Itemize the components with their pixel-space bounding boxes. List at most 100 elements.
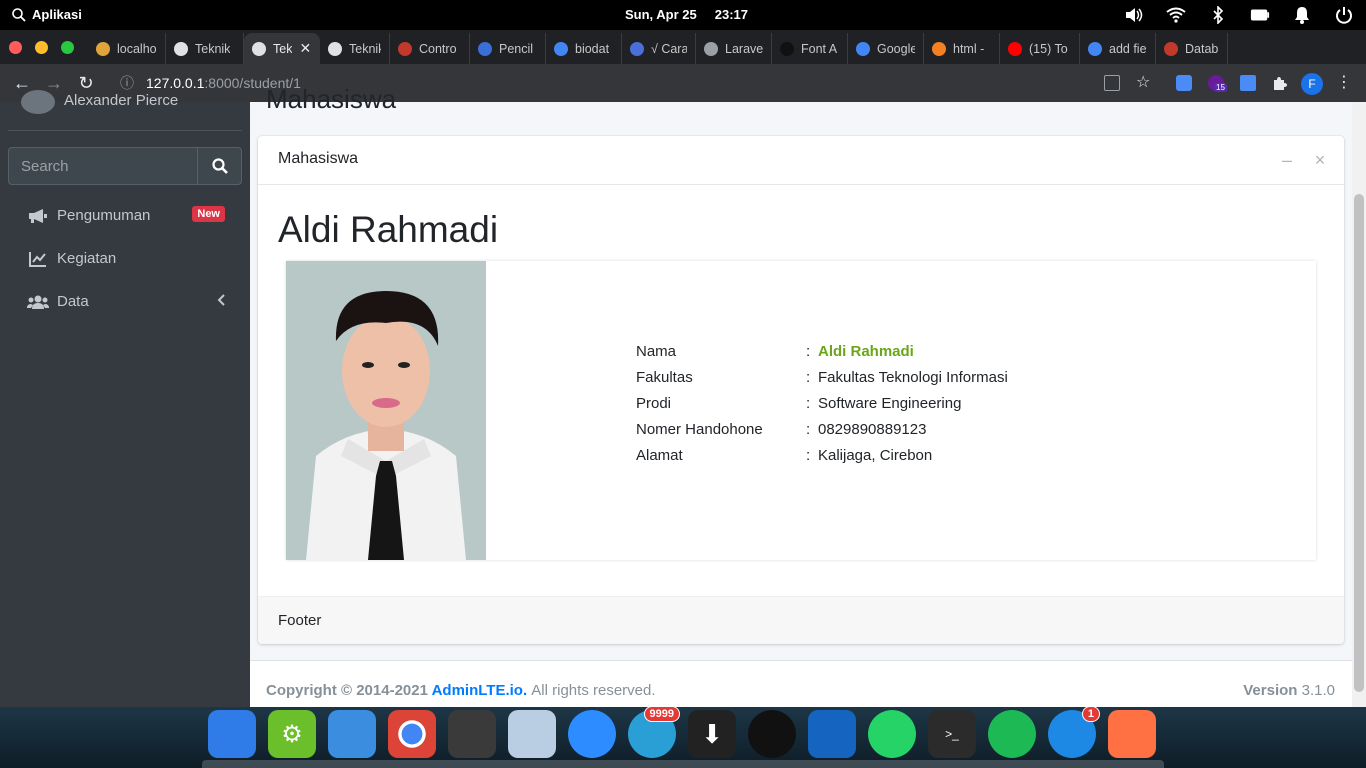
web-page: Alexander Pierce Pengumuman New Kegiatan bbox=[0, 84, 1366, 707]
obs-icon[interactable] bbox=[748, 710, 796, 758]
adminlte-link[interactable]: AdminLTE.io. bbox=[432, 682, 528, 699]
browser-tab[interactable]: Datab bbox=[1156, 33, 1228, 64]
sidebar-item-pengumuman[interactable]: Pengumuman New bbox=[8, 194, 242, 237]
downloads-icon[interactable]: ⬇ bbox=[688, 710, 736, 758]
browser-tab[interactable]: Contro bbox=[390, 33, 470, 64]
browser-tab[interactable]: (15) To bbox=[1000, 33, 1080, 64]
tab-label: Datab bbox=[1185, 41, 1219, 56]
scrollbar-thumb[interactable] bbox=[1354, 194, 1364, 692]
content-wrapper: Mahasiswa Mahasiswa – × Aldi Rahmadi Nam… bbox=[250, 84, 1352, 707]
browser-tab[interactable]: Teknik bbox=[320, 33, 390, 64]
detail-value: 0829890889123 bbox=[818, 420, 927, 438]
whatsapp-icon[interactable] bbox=[868, 710, 916, 758]
search-icon bbox=[211, 158, 228, 174]
rights-text: All rights reserved. bbox=[531, 682, 656, 699]
code-editor-icon[interactable] bbox=[448, 710, 496, 758]
sidebar-item-data[interactable]: Data bbox=[8, 280, 242, 323]
volume-icon[interactable] bbox=[1124, 5, 1144, 25]
tab-label: biodat bbox=[575, 41, 610, 56]
search-button[interactable] bbox=[197, 147, 242, 185]
minimize-window-button[interactable] bbox=[35, 41, 48, 54]
version-label: Version bbox=[1243, 682, 1298, 699]
browser-tab[interactable]: add fie bbox=[1080, 33, 1156, 64]
page-scrollbar[interactable] bbox=[1352, 102, 1366, 707]
browser-tab[interactable]: Font A bbox=[772, 33, 848, 64]
detail-key: Prodi bbox=[636, 394, 672, 412]
student-photo bbox=[286, 261, 486, 560]
collapse-button[interactable]: – bbox=[1278, 150, 1296, 171]
translate-extension-icon[interactable] bbox=[1240, 75, 1256, 91]
browser-menu-icon[interactable]: ⋮ bbox=[1336, 75, 1352, 91]
detail-value: Aldi Rahmadi bbox=[818, 342, 914, 360]
browser-tab[interactable]: Pencil bbox=[470, 33, 546, 64]
power-icon[interactable] bbox=[1334, 5, 1354, 25]
card-header: Mahasiswa – × bbox=[258, 136, 1344, 185]
browser-tab[interactable]: Larave bbox=[696, 33, 772, 64]
detail-colon: : bbox=[806, 368, 811, 386]
favicon-icon bbox=[478, 41, 492, 56]
extension-icon[interactable]: 15 bbox=[1208, 75, 1227, 92]
search-input[interactable] bbox=[8, 147, 197, 185]
sidebar: Alexander Pierce Pengumuman New Kegiatan bbox=[0, 90, 250, 707]
browser-tab[interactable]: Tek ✕ bbox=[244, 33, 320, 64]
reload-button[interactable]: ↻ bbox=[76, 73, 96, 93]
favicon-icon bbox=[1164, 41, 1178, 56]
bluetooth-icon[interactable] bbox=[1208, 5, 1228, 25]
notifications-icon[interactable] bbox=[1292, 5, 1312, 25]
close-window-button[interactable] bbox=[9, 41, 22, 54]
browser-tab[interactable]: Teknik bbox=[166, 33, 244, 64]
browser-tab[interactable]: html - bbox=[924, 33, 1000, 64]
address-bar[interactable]: ⓘ 127.0.0.1:8000/student/1 bbox=[112, 69, 1132, 97]
clock[interactable]: Sun, Apr 25 23:17 bbox=[625, 7, 748, 22]
browser-tab[interactable]: √ Cara bbox=[622, 33, 696, 64]
forward-button[interactable]: → bbox=[44, 73, 64, 93]
sidebar-item-label: Data bbox=[57, 293, 89, 310]
battery-icon[interactable] bbox=[1250, 5, 1270, 25]
tab-label: html - bbox=[953, 41, 985, 56]
wps-office-icon[interactable] bbox=[808, 710, 856, 758]
tab-label: Teknik bbox=[195, 41, 231, 56]
settings-icon[interactable]: ⚙ bbox=[268, 710, 316, 758]
browser-tab[interactable]: biodat bbox=[546, 33, 622, 64]
software-updater-icon[interactable]: 1 bbox=[1048, 706, 1100, 758]
applications-menu[interactable]: Aplikasi bbox=[12, 7, 82, 22]
tab-label: Font A bbox=[801, 41, 838, 56]
card-footer-text: Footer bbox=[278, 612, 322, 629]
close-icon[interactable]: × bbox=[1311, 150, 1329, 171]
sidebar-item-kegiatan[interactable]: Kegiatan bbox=[8, 237, 242, 280]
detail-colon: : bbox=[806, 420, 811, 438]
tab-label: localho bbox=[117, 41, 157, 56]
screenshot-icon[interactable] bbox=[1108, 710, 1156, 758]
user-panel[interactable]: Alexander Pierce bbox=[8, 90, 242, 131]
bookmark-star-icon[interactable]: ☆ bbox=[1136, 75, 1152, 91]
workspaces-icon[interactable] bbox=[208, 710, 256, 758]
detail-colon: : bbox=[806, 394, 811, 412]
browser-tab[interactable]: localho bbox=[88, 33, 166, 64]
puzzle-extensions-icon[interactable] bbox=[1272, 75, 1288, 91]
telegram-icon[interactable]: 9999 bbox=[628, 706, 680, 758]
extension-icon[interactable] bbox=[1176, 75, 1192, 91]
file-manager-icon[interactable] bbox=[328, 710, 376, 758]
maximize-window-button[interactable] bbox=[61, 41, 74, 54]
zoom-icon[interactable] bbox=[568, 710, 616, 758]
spotify-icon[interactable] bbox=[988, 710, 1036, 758]
sidebar-menu: Pengumuman New Kegiatan Data bbox=[8, 194, 242, 323]
virtualbox-icon[interactable] bbox=[508, 710, 556, 758]
wifi-icon[interactable] bbox=[1166, 5, 1186, 25]
close-tab-icon[interactable]: ✕ bbox=[299, 40, 311, 57]
detail-value: Kalijaga, Cirebon bbox=[818, 446, 933, 464]
detail-value: Fakultas Teknologi Informasi bbox=[818, 368, 1008, 386]
translate-icon[interactable] bbox=[1104, 75, 1120, 91]
browser-tab[interactable]: Google bbox=[848, 33, 924, 64]
detail-value: Software Engineering bbox=[818, 394, 962, 412]
student-details: Nama: Aldi Rahmadi Fakultas: Fakultas Tekno… bbox=[636, 338, 1008, 468]
profile-avatar[interactable]: F bbox=[1301, 73, 1323, 95]
terminal-icon[interactable]: >_ bbox=[928, 710, 976, 758]
student-name-heading: Aldi Rahmadi bbox=[278, 209, 499, 250]
favicon-icon bbox=[780, 41, 794, 56]
detail-row: Alamat: Kalijaga, Cirebon bbox=[636, 442, 1008, 468]
copyright-text: Copyright © 2014-2021 bbox=[266, 682, 428, 699]
favicon-icon bbox=[554, 41, 568, 56]
chrome-icon[interactable] bbox=[388, 710, 436, 758]
back-button[interactable]: ← bbox=[12, 73, 32, 93]
